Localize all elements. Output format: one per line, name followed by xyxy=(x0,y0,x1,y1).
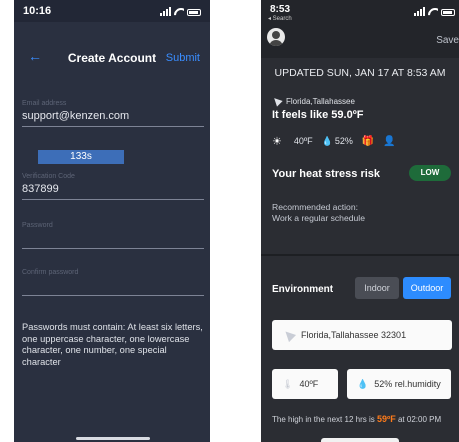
temperature-input[interactable]: 🌡 40ºF xyxy=(272,369,338,399)
back-to-search-link[interactable]: ◂ Search xyxy=(268,15,292,22)
verification-code-underline xyxy=(22,199,204,200)
location-name: Florida,Tallahassee xyxy=(286,97,355,106)
email-value[interactable]: support@kenzen.com xyxy=(22,110,204,124)
email-label: Email address xyxy=(22,100,67,107)
environment-label: Environment xyxy=(272,284,334,295)
forecast-prefix: The high in the next 12 hrs is xyxy=(272,415,377,424)
forecast-high-value: 59ºF xyxy=(376,414,396,424)
wifi-icon xyxy=(428,8,438,16)
humidity-input[interactable]: 💧 52% rel.humidity xyxy=(347,369,451,399)
confirm-password-field[interactable]: Confirm password xyxy=(22,269,204,296)
password-rules: Passwords must contain: At least six let… xyxy=(22,322,203,367)
confirm-password-value[interactable] xyxy=(22,279,204,293)
status-icons xyxy=(160,7,201,16)
forecast-high: The high in the next 12 hrs is 59ºF at 0… xyxy=(272,414,441,424)
signal-icon xyxy=(160,7,171,16)
temperature-input-value: 40ºF xyxy=(299,379,319,389)
home-indicator[interactable] xyxy=(76,437,150,440)
confirm-password-label: Confirm password xyxy=(22,269,79,276)
gift-icon: 🎁 xyxy=(361,135,375,147)
current-location: Florida,Tallahassee xyxy=(271,95,355,107)
signal-icon xyxy=(414,7,425,16)
drop-icon: 💧 xyxy=(357,379,369,389)
person-icon: 👤 xyxy=(383,135,396,147)
status-bar: 10:16 xyxy=(14,0,210,22)
heat-stress-screen: 8:53 ◂ Search Save UPDATED SUN, JAN 17 A… xyxy=(261,0,459,442)
password-field[interactable]: Password xyxy=(22,222,204,249)
wifi-icon xyxy=(174,8,184,16)
outdoor-button[interactable]: Outdoor xyxy=(403,277,451,299)
location-input[interactable]: Florida,Tallahassee 32301 xyxy=(272,320,452,350)
risk-level-badge: LOW xyxy=(409,165,451,181)
nav-bar: ← Create Account Submit xyxy=(14,42,210,72)
location-input-value: Florida,Tallahassee 32301 xyxy=(301,330,407,340)
feels-like: It feels like 59.0ºF xyxy=(272,109,364,121)
status-icons xyxy=(414,7,455,16)
verification-code-field[interactable]: Verification Code 837899 xyxy=(22,173,204,200)
header-bar: 8:53 ◂ Search Save xyxy=(261,0,459,58)
humidity-drop-icon: 💧 xyxy=(321,135,333,146)
battery-icon xyxy=(187,9,201,16)
humidity-input-value: 52% rel.humidity xyxy=(374,379,441,389)
humidity-value: 52% xyxy=(334,136,353,146)
location-arrow-icon xyxy=(271,95,283,107)
updated-timestamp: UPDATED SUN, JAN 17 AT 8:53 AM xyxy=(274,67,446,79)
password-underline xyxy=(22,248,204,249)
status-time: 10:16 xyxy=(23,5,52,17)
bottom-sheet-handle[interactable] xyxy=(321,438,399,442)
sun-icon: ☀ xyxy=(272,135,282,148)
battery-icon xyxy=(441,9,455,16)
indoor-button[interactable]: Indoor xyxy=(355,277,399,299)
forecast-suffix: at 02:00 PM xyxy=(395,415,442,424)
verification-timer: 133s xyxy=(38,150,124,164)
section-divider xyxy=(261,254,459,256)
email-field[interactable]: Email address support@kenzen.com xyxy=(22,100,204,127)
password-value[interactable] xyxy=(22,232,204,246)
create-account-screen: 10:16 ← Create Account Submit Email addr… xyxy=(14,0,210,442)
recommended-action: Recommended action: Work a regular sched… xyxy=(272,202,365,223)
navigation-arrow-icon xyxy=(281,327,297,343)
temperature-value: 40ºF xyxy=(293,136,313,146)
email-underline xyxy=(22,126,204,127)
thermometer-icon: 🌡 xyxy=(282,379,294,389)
weather-summary: ☀ 40ºF 💧 52% 🎁 👤 xyxy=(272,134,396,148)
recommended-action-text: Work a regular schedule xyxy=(272,212,365,223)
save-button[interactable]: Save xyxy=(436,35,459,46)
recommended-action-label: Recommended action: xyxy=(272,202,358,212)
avatar[interactable] xyxy=(267,28,285,46)
submit-button[interactable]: Submit xyxy=(166,52,200,64)
verification-code-value[interactable]: 837899 xyxy=(22,183,204,197)
verification-code-label: Verification Code xyxy=(22,173,75,180)
confirm-password-underline xyxy=(22,295,204,296)
heat-stress-title: Your heat stress risk xyxy=(272,168,381,180)
password-label: Password xyxy=(22,222,53,229)
status-time: 8:53 xyxy=(270,4,291,15)
